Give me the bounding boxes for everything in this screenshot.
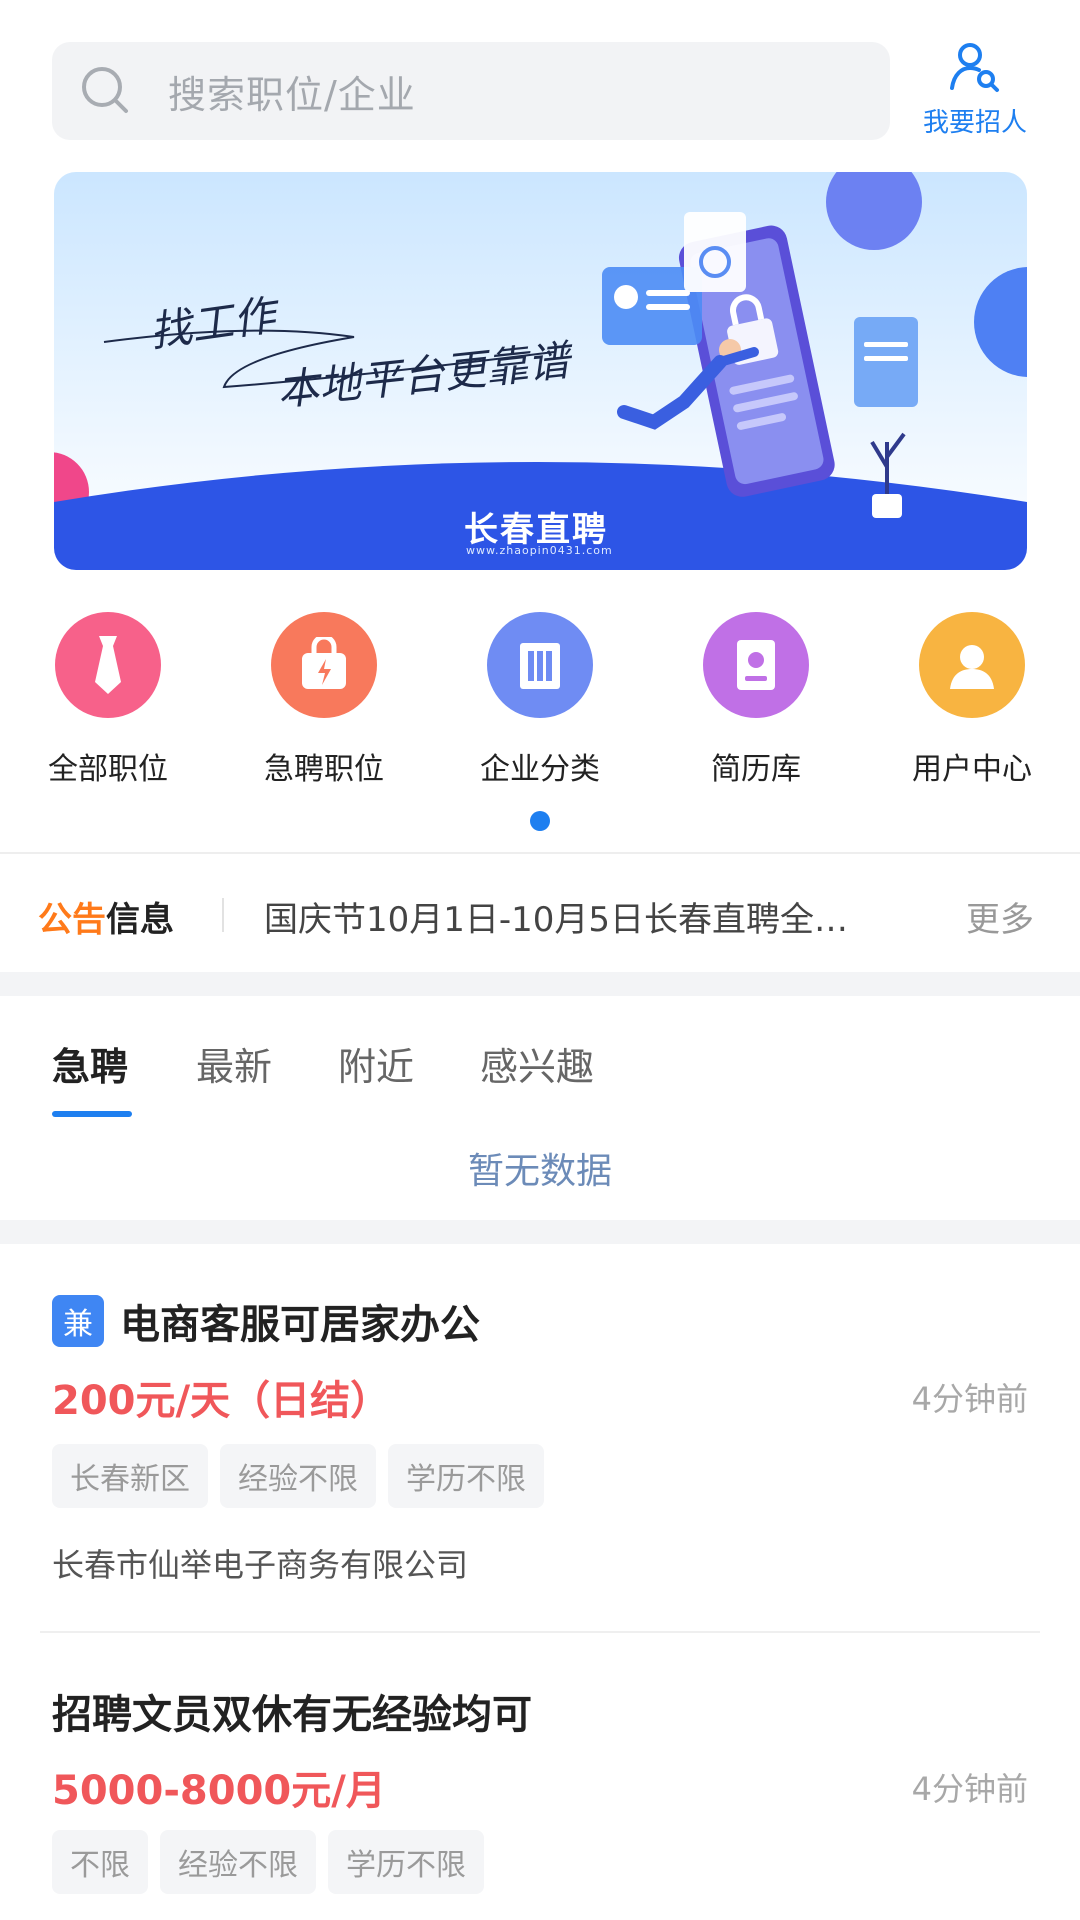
recruit-person-search-icon bbox=[950, 43, 999, 92]
tab-active-indicator bbox=[52, 1111, 132, 1117]
part-time-badge: 兼 bbox=[52, 1295, 104, 1347]
job-tabs: 急聘 最新 附近 感兴趣 bbox=[0, 1000, 1080, 1120]
job-divider bbox=[40, 1631, 1040, 1633]
job-post-time: 4分钟前 bbox=[911, 1380, 1028, 1418]
job-salary: 5000-8000元/月 bbox=[52, 1768, 386, 1814]
job-tags: 不限 经验不限 学历不限 bbox=[52, 1830, 496, 1894]
nav-resume-library[interactable]: 简历库 bbox=[676, 612, 836, 788]
tab-nearby[interactable]: 附近 bbox=[338, 1036, 414, 1091]
tab-urgent[interactable]: 急聘 bbox=[52, 1036, 128, 1091]
notice-separator bbox=[222, 898, 224, 932]
tie-icon bbox=[55, 612, 161, 718]
nav-label: 全部职位 bbox=[48, 752, 168, 787]
recruit-button[interactable]: 我要招人 bbox=[920, 40, 1030, 139]
urgent-bag-icon bbox=[271, 612, 377, 718]
nav-urgent-jobs[interactable]: 急聘职位 bbox=[244, 612, 404, 788]
section-gap bbox=[0, 972, 1080, 996]
job-tag: 不限 bbox=[52, 1830, 148, 1894]
job-title-row: 兼 电商客服可居家办公 bbox=[52, 1292, 480, 1350]
job-card[interactable]: 兼 电商客服可居家办公 200元/天（日结） 4分钟前 长春新区 经验不限 学历… bbox=[0, 1244, 1080, 1634]
nav-label: 企业分类 bbox=[480, 752, 600, 787]
tab-interested[interactable]: 感兴趣 bbox=[480, 1036, 594, 1091]
header: 搜索职位/企业 我要招人 bbox=[0, 0, 1080, 160]
resume-book-icon bbox=[703, 612, 809, 718]
banner-url: www.zhaopin0431.com bbox=[466, 544, 613, 557]
job-tag: 经验不限 bbox=[160, 1830, 316, 1894]
nav-all-jobs[interactable]: 全部职位 bbox=[28, 612, 188, 788]
job-post-time: 4分钟前 bbox=[911, 1770, 1028, 1808]
notice-text[interactable]: 国庆节10月1日-10月5日长春直聘全… bbox=[264, 892, 904, 941]
nav-label: 急聘职位 bbox=[264, 752, 384, 787]
recruit-label: 我要招人 bbox=[922, 108, 1027, 138]
job-salary: 200元/天（日结） bbox=[52, 1378, 391, 1424]
user-icon bbox=[919, 612, 1025, 718]
nav-label: 用户中心 bbox=[912, 752, 1032, 787]
notice-tag-part2: 信息 bbox=[106, 900, 174, 940]
nav-user-center[interactable]: 用户中心 bbox=[892, 612, 1052, 788]
notice-tag-part1: 公告 bbox=[38, 900, 106, 940]
job-tags: 长春新区 经验不限 学历不限 bbox=[52, 1444, 556, 1508]
divider bbox=[0, 852, 1080, 854]
job-title: 电商客服可居家办公 bbox=[120, 1302, 480, 1348]
tab-latest[interactable]: 最新 bbox=[196, 1036, 272, 1091]
notice-tag: 公告信息 bbox=[38, 892, 174, 941]
nav-company-category[interactable]: 企业分类 bbox=[460, 612, 620, 788]
nav-label: 简历库 bbox=[711, 752, 801, 787]
category-nav: 全部职位 急聘职位 企业分类 简历库 用户中心 bbox=[0, 612, 1080, 787]
page-indicator-dot bbox=[530, 811, 550, 831]
notice-bar[interactable]: 公告信息 国庆节10月1日-10月5日长春直聘全… 更多 bbox=[0, 856, 1080, 972]
job-title: 招聘文员双休有无经验均可 bbox=[52, 1692, 532, 1738]
job-tag: 经验不限 bbox=[220, 1444, 376, 1508]
promo-banner[interactable]: 找工作 本地平台更靠谱 长春直聘 www.zhaopin0431.com bbox=[54, 172, 1027, 570]
section-gap bbox=[0, 1220, 1080, 1244]
job-tag: 长春新区 bbox=[52, 1444, 208, 1508]
job-card[interactable]: 招聘文员双休有无经验均可 5000-8000元/月 4分钟前 不限 经验不限 学… bbox=[0, 1634, 1080, 1920]
empty-state-text: 暂无数据 bbox=[467, 1151, 612, 1192]
job-tag: 学历不限 bbox=[388, 1444, 544, 1508]
building-icon bbox=[487, 612, 593, 718]
search-bar[interactable]: 搜索职位/企业 bbox=[52, 42, 890, 140]
search-placeholder: 搜索职位/企业 bbox=[168, 72, 416, 117]
search-icon bbox=[82, 67, 128, 113]
job-tag: 学历不限 bbox=[328, 1830, 484, 1894]
notice-more-link[interactable]: 更多 bbox=[966, 892, 1034, 941]
job-title-row: 招聘文员双休有无经验均可 bbox=[52, 1682, 532, 1740]
job-company: 长春市仙举电子商务有限公司 bbox=[52, 1546, 469, 1584]
